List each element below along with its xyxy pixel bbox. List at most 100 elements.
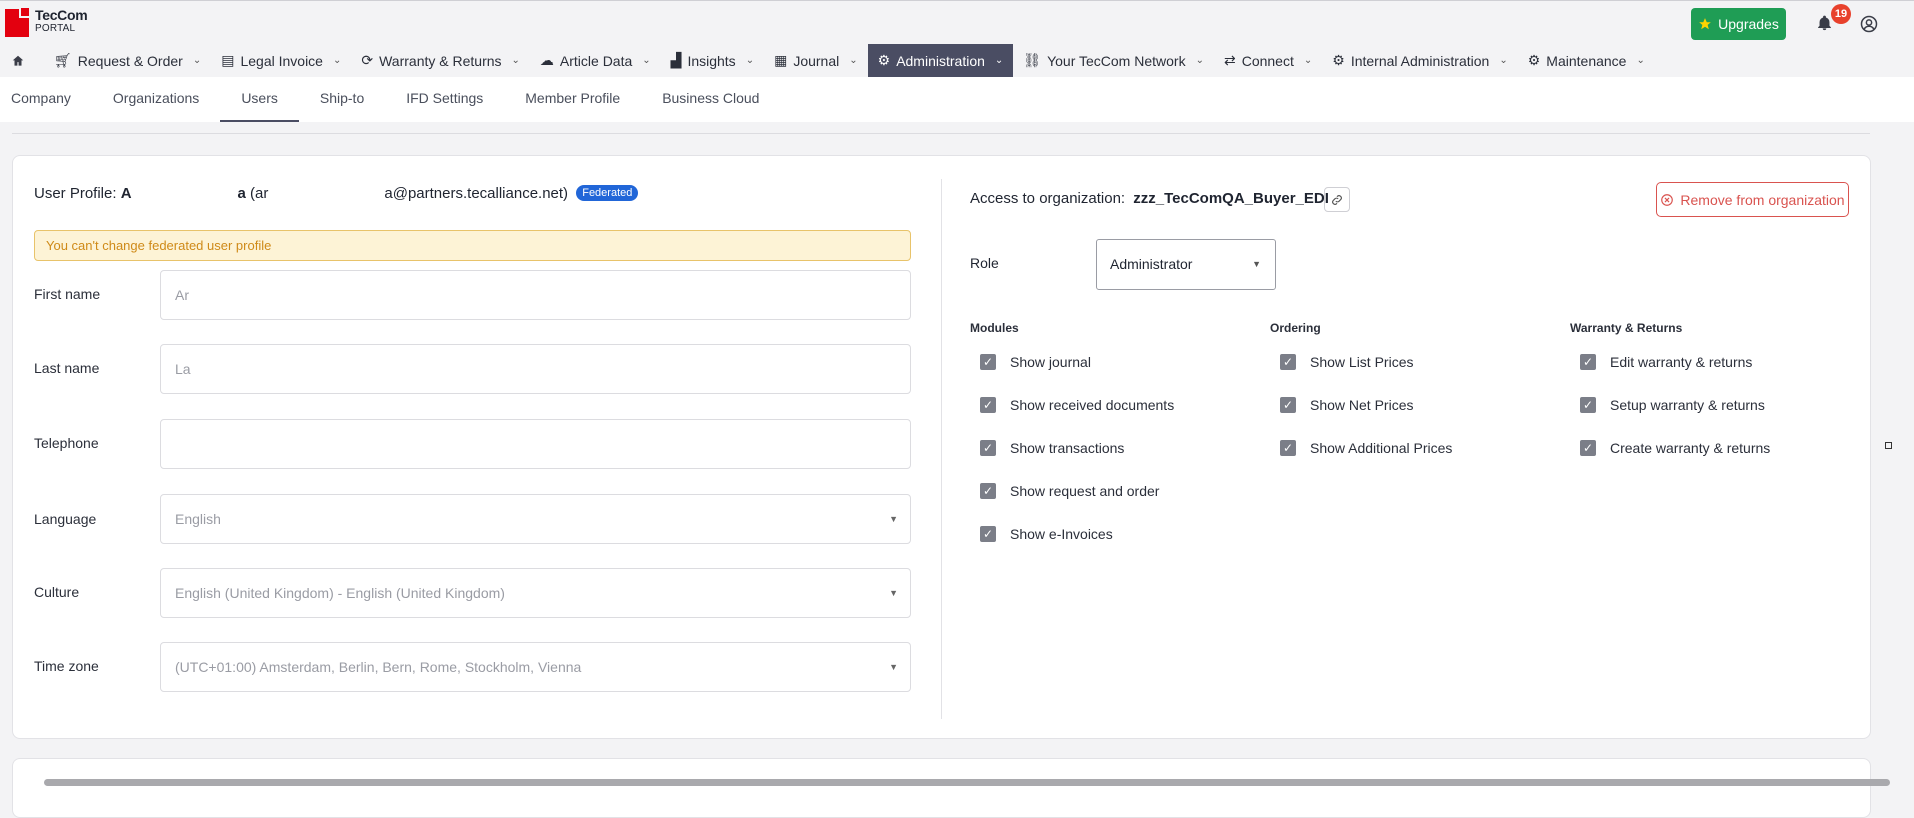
perm-show-net-prices[interactable]: ✓ Show Net Prices xyxy=(1280,397,1413,413)
checkbox[interactable]: ✓ xyxy=(1280,440,1296,456)
perm-show-transactions[interactable]: ✓ Show transactions xyxy=(980,440,1124,456)
bell-icon[interactable] xyxy=(1816,14,1833,35)
chevron-down-icon: ⌄ xyxy=(1195,55,1204,66)
tab-member-profile[interactable]: Member Profile xyxy=(504,77,641,122)
arrows-icon: ⇄ xyxy=(1223,52,1236,68)
nav-journal[interactable]: ▦ Journal ⌄ xyxy=(764,44,868,77)
perm-show-additional-prices[interactable]: ✓ Show Additional Prices xyxy=(1280,440,1452,456)
link-button[interactable] xyxy=(1324,187,1350,212)
perm-edit-warranty-returns[interactable]: ✓ Edit warranty & returns xyxy=(1580,354,1752,370)
chevron-down-icon: ⌄ xyxy=(849,55,858,66)
perm-show-journal[interactable]: ✓ Show journal xyxy=(980,354,1091,370)
perm-show-list-prices[interactable]: ✓ Show List Prices xyxy=(1280,354,1413,370)
tab-company[interactable]: Company xyxy=(0,77,92,122)
caret-down-icon: ▼ xyxy=(889,662,898,672)
federated-badge: Federated xyxy=(576,185,639,201)
tab-ifd-settings[interactable]: IFD Settings xyxy=(385,77,504,122)
checkbox[interactable]: ✓ xyxy=(980,526,996,542)
main-navigation: 🛒︎ Request & Order ⌄ ▤ Legal Invoice ⌄ ⟳ W… xyxy=(0,44,1914,77)
caret-down-icon: ▼ xyxy=(889,588,898,598)
perm-create-warranty-returns[interactable]: ✓ Create warranty & returns xyxy=(1580,440,1770,456)
chevron-down-icon: ⌄ xyxy=(511,55,520,66)
warranty-heading: Warranty & Returns xyxy=(1570,321,1683,335)
culture-select[interactable]: English (United Kingdom) - English (Unit… xyxy=(160,568,911,618)
perm-show-request-and-order[interactable]: ✓ Show request and order xyxy=(980,483,1159,499)
nav-your-teccom-network[interactable]: ⛓ Your TecCom Network ⌄ xyxy=(1013,44,1214,77)
column-divider xyxy=(941,179,942,719)
ordering-heading: Ordering xyxy=(1270,321,1321,335)
close-circle-icon xyxy=(1661,193,1674,206)
tab-business-cloud[interactable]: Business Cloud xyxy=(641,77,780,122)
checkbox[interactable]: ✓ xyxy=(1280,397,1296,413)
logo-subtitle: PORTAL xyxy=(35,23,76,34)
timezone-select[interactable]: (UTC+01:00) Amsterdam, Berlin, Bern, Rom… xyxy=(160,642,911,692)
first-name-label: First name xyxy=(34,286,101,302)
chart-icon: ▟ xyxy=(670,52,682,68)
checkbox[interactable]: ✓ xyxy=(980,483,996,499)
checkbox[interactable]: ✓ xyxy=(980,397,996,413)
nav-article-data[interactable]: ☁ Article Data ⌄ xyxy=(530,44,661,77)
cloud-icon: ☁ xyxy=(539,52,554,68)
first-name-field[interactable]: Ar xyxy=(160,270,911,320)
last-name-label: Last name xyxy=(34,360,100,376)
upgrades-label: Upgrades xyxy=(1718,16,1779,32)
gear-icon: ⚙ xyxy=(877,52,891,68)
resize-handle[interactable] xyxy=(1885,442,1892,449)
nav-administration[interactable]: ⚙ Administration ⌄ xyxy=(867,44,1014,77)
organization-name: zzz_TecComQA_Buyer_EDI xyxy=(1133,190,1329,207)
caret-down-icon: ▼ xyxy=(1252,259,1261,269)
cart-icon: 🛒︎ xyxy=(54,52,72,68)
checkbox[interactable]: ✓ xyxy=(980,354,996,370)
federated-warning: You can't change federated user profile xyxy=(34,230,911,261)
tab-ship-to[interactable]: Ship-to xyxy=(299,77,385,122)
invoice-icon: ▤ xyxy=(221,52,235,68)
logo-title: TecCom xyxy=(35,7,88,23)
nav-maintenance[interactable]: ⚙ Maintenance ⌄ xyxy=(1518,44,1655,77)
role-select[interactable]: Administrator ▼ xyxy=(1096,239,1276,290)
caret-down-icon: ▼ xyxy=(889,514,898,524)
upgrades-button[interactable]: Upgrades xyxy=(1691,8,1786,40)
access-organization: Access to organization: zzz_TecComQA_Buy… xyxy=(970,190,1329,207)
nav-insights[interactable]: ▟ Insights ⌄ xyxy=(661,44,764,77)
link-icon: ⛓ xyxy=(1023,52,1042,68)
home-icon[interactable] xyxy=(0,44,36,77)
logo-mark xyxy=(5,6,31,37)
timezone-label: Time zone xyxy=(34,658,99,674)
nav-warranty-returns[interactable]: ⟳ Warranty & Returns ⌄ xyxy=(351,44,530,77)
perm-setup-warranty-returns[interactable]: ✓ Setup warranty & returns xyxy=(1580,397,1765,413)
perm-show-e-invoices[interactable]: ✓ Show e-Invoices xyxy=(980,526,1113,542)
checkbox[interactable]: ✓ xyxy=(980,440,996,456)
horizontal-scrollbar[interactable] xyxy=(44,779,1890,786)
checkbox[interactable]: ✓ xyxy=(1280,354,1296,370)
remove-from-organization-button[interactable]: Remove from organization xyxy=(1656,182,1849,217)
perm-show-received-documents[interactable]: ✓ Show received documents xyxy=(980,397,1174,413)
star-icon xyxy=(1699,18,1711,30)
user-account-icon[interactable] xyxy=(1860,15,1878,36)
checkbox[interactable]: ✓ xyxy=(1580,440,1596,456)
chevron-down-icon: ⌄ xyxy=(332,55,342,66)
gears-icon: ⚙ xyxy=(1527,52,1541,68)
cycle-icon: ⟳ xyxy=(361,52,374,68)
chevron-down-icon: ⌄ xyxy=(745,55,755,66)
telephone-field[interactable] xyxy=(160,419,911,469)
notification-count-badge: 19 xyxy=(1831,4,1851,24)
checkbox[interactable]: ✓ xyxy=(1580,397,1596,413)
tab-organizations[interactable]: Organizations xyxy=(92,77,220,122)
language-select[interactable]: English ▼ xyxy=(160,494,911,544)
nav-internal-administration[interactable]: ⚙ Internal Administration ⌄ xyxy=(1322,44,1517,77)
table-icon: ▦ xyxy=(774,52,788,68)
last-name-field[interactable]: La xyxy=(160,344,911,394)
culture-label: Culture xyxy=(34,584,80,600)
nav-legal-invoice[interactable]: ▤ Legal Invoice ⌄ xyxy=(211,44,351,77)
telephone-label: Telephone xyxy=(34,435,99,451)
nav-request-order[interactable]: 🛒︎ Request & Order ⌄ xyxy=(36,44,211,77)
gears-icon: ⚙ xyxy=(1332,52,1345,68)
tab-users[interactable]: Users xyxy=(220,77,299,122)
teccom-logo[interactable]: TecCom PORTAL xyxy=(5,6,88,37)
checkbox[interactable]: ✓ xyxy=(1580,354,1596,370)
chevron-down-icon: ⌄ xyxy=(1303,55,1313,66)
nav-connect[interactable]: ⇄ Connect ⌄ xyxy=(1214,44,1322,77)
secondary-card xyxy=(12,758,1871,818)
divider xyxy=(12,133,1870,134)
link-icon xyxy=(1332,194,1342,205)
